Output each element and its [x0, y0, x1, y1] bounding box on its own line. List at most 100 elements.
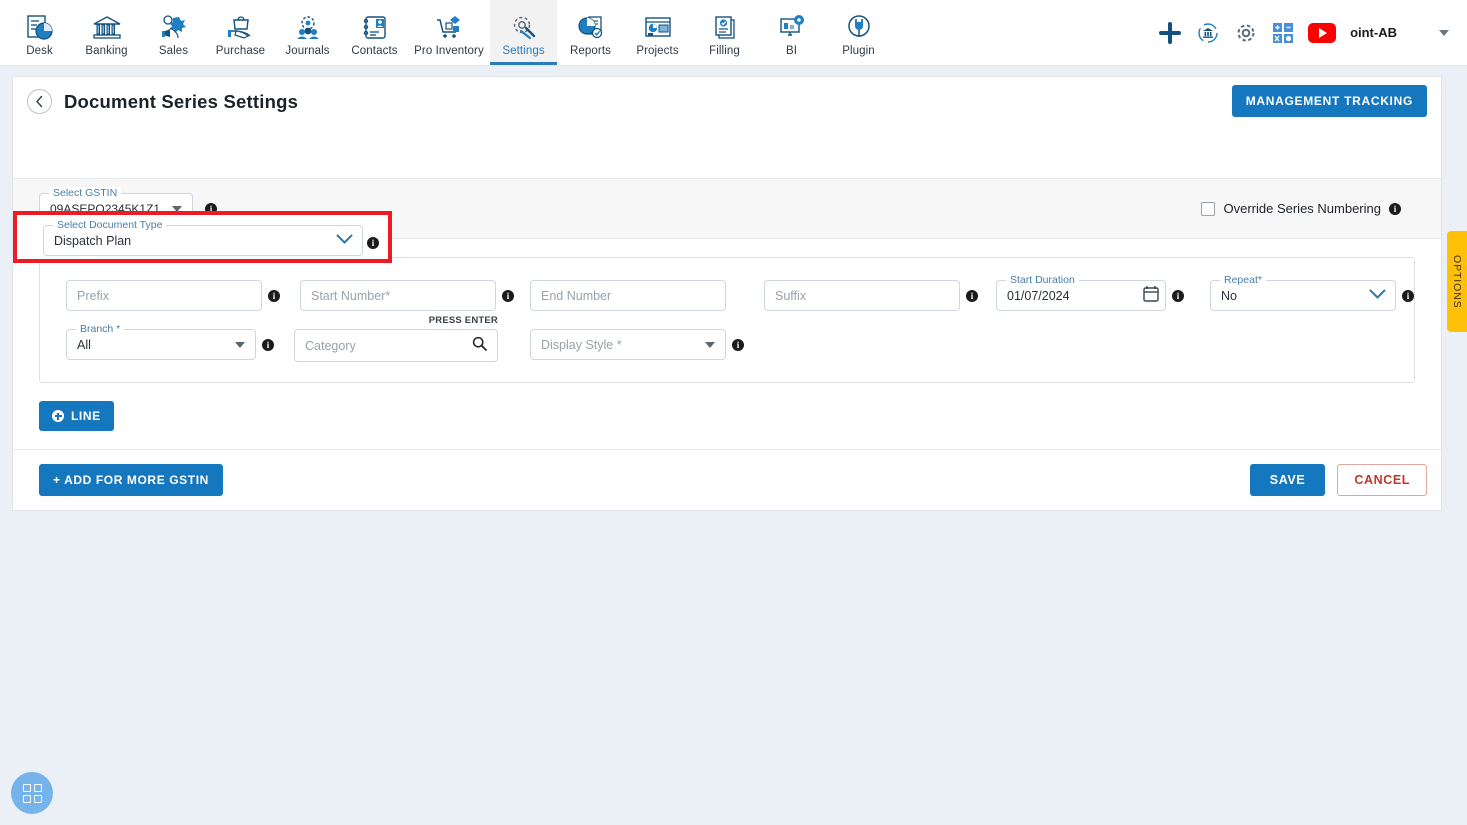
search-icon[interactable]: [472, 336, 487, 356]
page-title: Document Series Settings: [64, 90, 299, 112]
contacts-book-icon: [360, 13, 390, 43]
organization-refresh-icon[interactable]: [1196, 21, 1220, 45]
start-duration-label: Start Duration: [1006, 274, 1079, 286]
nav-item-settings[interactable]: Settings: [490, 0, 557, 65]
nav-item-filling[interactable]: Filling: [691, 0, 758, 65]
branch-select[interactable]: Branch * All: [66, 323, 256, 360]
settings-gear-wrench-icon: [509, 13, 539, 43]
add-line-label: LINE: [71, 409, 101, 423]
grid-cell: [22, 794, 31, 803]
info-icon[interactable]: i: [367, 237, 379, 249]
chevron-down-icon[interactable]: [336, 232, 353, 250]
grid-cell: [33, 794, 42, 803]
gear-icon[interactable]: [1234, 21, 1258, 45]
nav-item-label: Contacts: [351, 44, 398, 57]
nav-item-bi[interactable]: BI: [758, 0, 825, 65]
document-type-field-wrapper: Select Document Type Dispatch Plan: [43, 219, 363, 256]
repeat-value: No: [1221, 288, 1237, 303]
options-tab-label: OPTIONS: [1451, 254, 1463, 309]
end-number-input[interactable]: End Number: [530, 280, 726, 311]
chevron-down-icon[interactable]: [1369, 287, 1386, 305]
purchase-bag-hand-icon: [226, 13, 256, 43]
projects-board-icon: [643, 13, 673, 43]
branch-value: All: [77, 337, 91, 352]
nav-item-banking[interactable]: Banking: [73, 0, 140, 65]
info-icon[interactable]: i: [1172, 290, 1184, 302]
cancel-button[interactable]: CANCEL: [1337, 464, 1427, 496]
card-footer: + ADD FOR MORE GSTIN SAVE CANCEL: [13, 449, 1441, 510]
triangle-down-icon[interactable]: [705, 341, 715, 348]
footer-right-actions: SAVE CANCEL: [1249, 464, 1427, 496]
nav-item-purchase[interactable]: Purchase: [207, 0, 274, 65]
options-side-tab[interactable]: OPTIONS: [1447, 231, 1467, 332]
nav-item-label: Sales: [158, 44, 189, 57]
info-icon[interactable]: i: [966, 290, 978, 302]
nav-item-reports[interactable]: Reports: [557, 0, 624, 65]
inventory-cart-icon: [434, 13, 464, 43]
grid-apps-icon[interactable]: [11, 772, 53, 814]
nav-item-sales[interactable]: Sales: [140, 0, 207, 65]
card-header: Document Series Settings MANAGEMENT TRAC…: [13, 77, 1441, 124]
nav-item-projects[interactable]: Projects: [624, 0, 691, 65]
nav-item-label: BI: [785, 44, 798, 57]
add-line-button[interactable]: LINE: [39, 401, 114, 431]
document-type-select[interactable]: Select Document Type Dispatch Plan: [43, 219, 363, 256]
info-icon[interactable]: i: [502, 290, 514, 302]
bank-building-icon: [92, 13, 122, 43]
prefix-input[interactable]: Prefix: [66, 280, 262, 311]
sales-megaphone-icon: [159, 13, 189, 43]
triangle-down-icon[interactable]: [235, 341, 245, 348]
calendar-icon[interactable]: [1143, 285, 1159, 307]
override-series-numbering-checkbox[interactable]: [1201, 201, 1216, 216]
category-input[interactable]: Category: [294, 329, 498, 362]
start-duration-value: 01/07/2024: [1007, 288, 1070, 303]
info-icon[interactable]: i: [1389, 202, 1401, 215]
desk-chart-icon: [25, 13, 55, 43]
journals-gear-people-icon: [293, 13, 323, 43]
display-style-select[interactable]: Display Style *: [530, 329, 726, 360]
management-tracking-button[interactable]: MANAGEMENT TRACKING: [1231, 85, 1427, 117]
start-duration-input[interactable]: Start Duration 01/07/2024: [996, 274, 1166, 311]
nav-right-actions: oint-AB: [1158, 0, 1467, 65]
nav-item-pro-inventory[interactable]: Pro Inventory: [408, 0, 490, 65]
nav-item-desk[interactable]: Desk: [6, 0, 73, 65]
plus-circle-icon: [52, 410, 64, 422]
nav-item-plugin[interactable]: Plugin: [825, 0, 892, 65]
info-icon[interactable]: i: [1402, 290, 1414, 302]
filling-documents-icon: [710, 13, 740, 43]
info-icon[interactable]: i: [262, 339, 274, 351]
suffix-input[interactable]: Suffix: [764, 280, 960, 311]
press-enter-hint: PRESS ENTER: [428, 315, 498, 326]
start-number-input[interactable]: Start Number*: [300, 280, 496, 311]
document-type-label: Select Document Type: [53, 219, 167, 231]
prefix-placeholder: Prefix: [77, 288, 109, 303]
branch-label: Branch *: [76, 323, 125, 335]
repeat-select[interactable]: Repeat* No: [1210, 274, 1396, 311]
category-placeholder: Category: [305, 338, 356, 353]
line-row-2: Branch * All i PRESS ENTER Category Disp…: [54, 315, 1400, 362]
nav-item-contacts[interactable]: Contacts: [341, 0, 408, 65]
nav-item-label: Settings: [502, 44, 545, 57]
end-number-cell: End Number: [530, 280, 726, 311]
back-chevron-icon[interactable]: [27, 89, 52, 114]
nav-item-list: Desk Banking Sales Purchase Journals Con…: [0, 0, 892, 65]
chevron-down-icon[interactable]: [1439, 29, 1449, 36]
prefix-cell: Prefix i: [66, 280, 280, 311]
page-wrapper: Document Series Settings MANAGEMENT TRAC…: [0, 66, 1467, 511]
grid-glyph: [22, 783, 42, 803]
save-button[interactable]: SAVE: [1249, 464, 1326, 496]
nav-item-journals[interactable]: Journals: [274, 0, 341, 65]
add-for-more-gstin-button[interactable]: + ADD FOR MORE GSTIN: [39, 464, 223, 496]
start-duration-cell: Start Duration 01/07/2024 i: [996, 274, 1184, 311]
info-icon[interactable]: i: [732, 339, 744, 351]
calculator-apps-icon[interactable]: [1272, 22, 1294, 44]
plus-icon[interactable]: [1158, 21, 1182, 45]
nav-item-label: Pro Inventory: [414, 44, 484, 57]
youtube-icon[interactable]: [1308, 22, 1337, 43]
display-style-cell: Display Style * i: [530, 329, 744, 360]
nav-item-label: Journals: [285, 44, 330, 57]
bi-monitor-gear-icon: [777, 13, 807, 43]
grid-cell: [33, 783, 42, 792]
info-icon[interactable]: i: [268, 290, 280, 302]
top-navigation-bar: Desk Banking Sales Purchase Journals Con…: [0, 0, 1467, 66]
